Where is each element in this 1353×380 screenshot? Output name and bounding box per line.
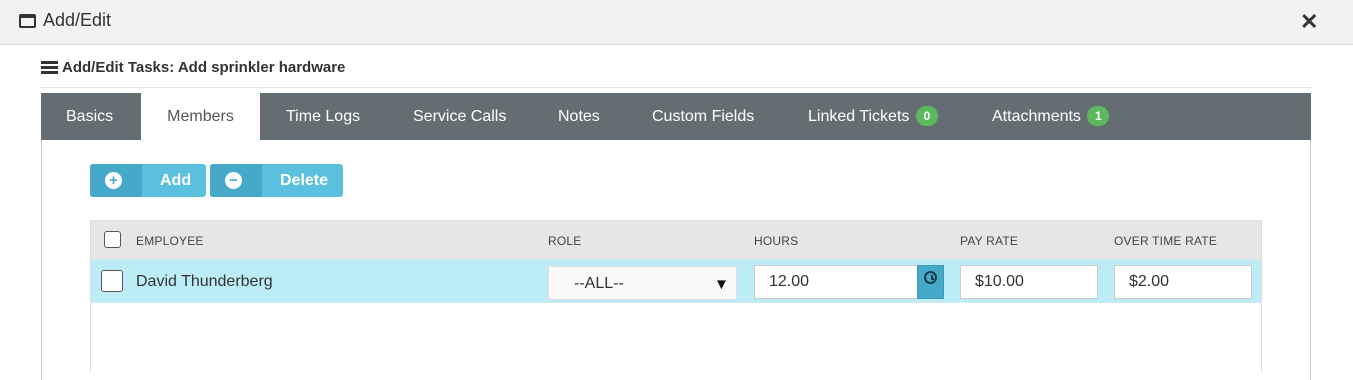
table-row[interactable]: David Thunderberg --ALL-- ▼ 12.00 $10.00… bbox=[91, 259, 1261, 303]
dialog-title: Add/Edit bbox=[43, 10, 112, 30]
tab-attachments[interactable]: Attachments 1 bbox=[992, 93, 1110, 140]
members-table: EMPLOYEE ROLE HOURS PAY RATE OVER TIME R… bbox=[90, 220, 1262, 372]
column-header-hours: HOURS bbox=[754, 234, 799, 248]
attachments-count-badge: 1 bbox=[1087, 105, 1110, 126]
linked-tickets-count-badge: 0 bbox=[915, 105, 938, 126]
add-button-label: Add bbox=[160, 172, 192, 189]
plus-circle-icon: + bbox=[105, 172, 122, 189]
tab-basics[interactable]: Basics bbox=[66, 93, 113, 140]
delete-button-label: Delete bbox=[280, 172, 329, 189]
table-header: EMPLOYEE ROLE HOURS PAY RATE OVER TIME R… bbox=[91, 221, 1261, 259]
over-time-rate-input[interactable]: $2.00 bbox=[1114, 265, 1252, 299]
row-checkbox[interactable] bbox=[101, 270, 123, 292]
tab-linked-tickets-label: Linked Tickets bbox=[808, 108, 910, 125]
role-select[interactable]: --ALL-- ▼ bbox=[548, 266, 737, 300]
tab-time-logs[interactable]: Time Logs bbox=[286, 93, 360, 140]
hours-input[interactable]: 12.00 bbox=[754, 265, 918, 299]
tab-notes[interactable]: Notes bbox=[558, 93, 600, 140]
tab-service-calls[interactable]: Service Calls bbox=[413, 93, 506, 140]
clock-icon[interactable] bbox=[917, 265, 944, 299]
delete-member-button[interactable]: − Delete bbox=[210, 164, 343, 197]
minus-circle-icon: − bbox=[225, 172, 242, 189]
select-all-checkbox[interactable] bbox=[104, 231, 121, 248]
add-member-button[interactable]: + Add bbox=[90, 164, 206, 197]
section-title: Add/Edit Tasks: Add sprinkler hardware bbox=[62, 59, 346, 76]
close-icon[interactable]: ✕ bbox=[1300, 9, 1318, 35]
window-icon bbox=[19, 14, 36, 28]
dialog-titlebar: Add/Edit ✕ bbox=[0, 0, 1353, 45]
column-header-role: ROLE bbox=[548, 234, 582, 248]
role-select-value: --ALL-- bbox=[574, 275, 624, 292]
tab-members[interactable]: Members bbox=[141, 93, 260, 140]
employee-name: David Thunderberg bbox=[136, 273, 273, 290]
column-header-pay-rate: PAY RATE bbox=[960, 234, 1019, 248]
list-icon bbox=[41, 61, 58, 74]
tab-linked-tickets[interactable]: Linked Tickets 0 bbox=[808, 93, 938, 140]
pay-rate-input[interactable]: $10.00 bbox=[960, 265, 1098, 299]
tab-custom-fields[interactable]: Custom Fields bbox=[652, 93, 754, 140]
column-header-over-time-rate: OVER TIME RATE bbox=[1114, 234, 1218, 248]
tab-bar: Basics Members Time Logs Service Calls N… bbox=[41, 93, 1311, 140]
section-header: Add/Edit Tasks: Add sprinkler hardware bbox=[41, 58, 1311, 88]
dropdown-caret-icon: ▼ bbox=[714, 276, 729, 293]
tab-attachments-label: Attachments bbox=[992, 108, 1081, 125]
column-header-employee: EMPLOYEE bbox=[136, 234, 204, 248]
